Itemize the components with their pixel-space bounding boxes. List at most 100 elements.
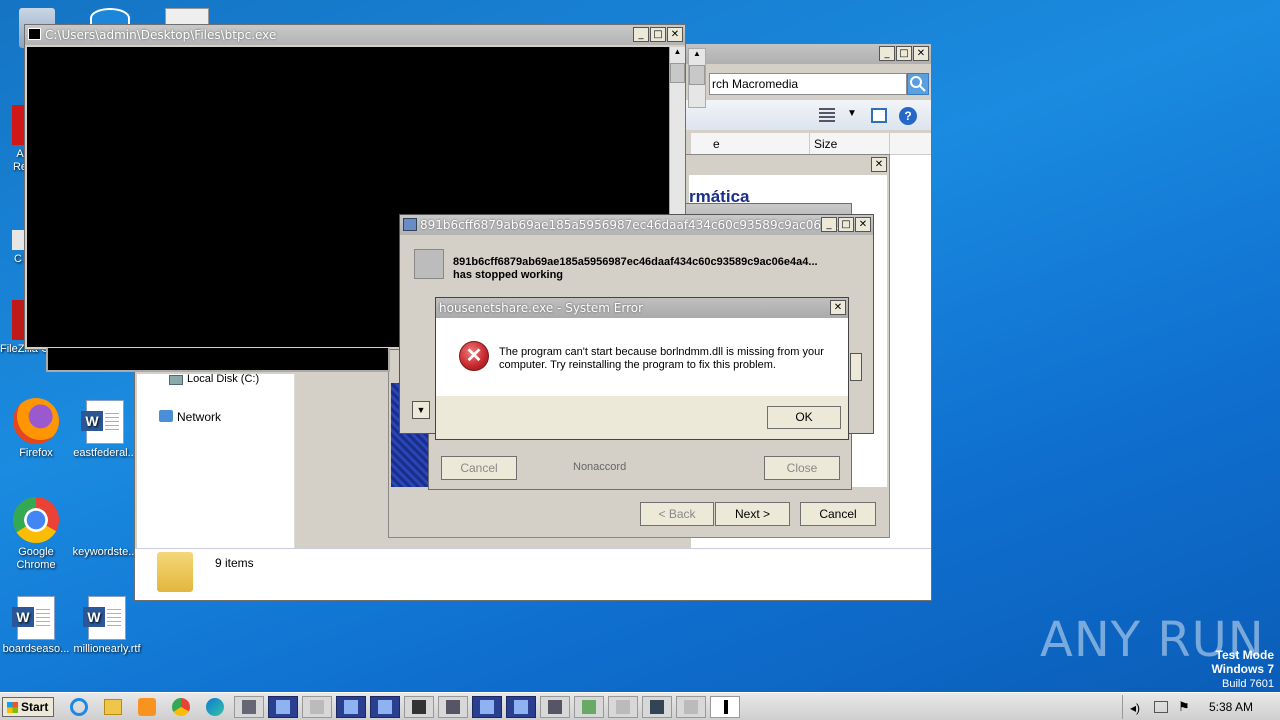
- scroll-up-arrow[interactable]: ▲: [670, 47, 685, 63]
- desktop-icon-millionearly[interactable]: millionearly.rtf: [72, 596, 142, 656]
- program-icon: [414, 249, 444, 279]
- desktop-icon-chrome[interactable]: Google Chrome: [1, 497, 71, 572]
- chrome-icon[interactable]: [172, 698, 190, 716]
- scroll-thumb[interactable]: [689, 65, 705, 85]
- column-divider[interactable]: [809, 133, 810, 155]
- folder-icon: [157, 552, 193, 592]
- network-icon: [159, 410, 173, 422]
- close-button[interactable]: ✕: [667, 27, 683, 42]
- action-center-icon[interactable]: ⚑: [1178, 699, 1190, 715]
- details-pane: [135, 548, 931, 600]
- error-message-line1: The program can't start because borlndmm…: [499, 346, 824, 358]
- scroll-thumb[interactable]: [670, 63, 685, 83]
- column-header-name[interactable]: e: [713, 137, 720, 151]
- search-input[interactable]: rch Macromedia: [709, 73, 907, 95]
- network-tray-icon[interactable]: [1154, 701, 1168, 713]
- taskbar-item[interactable]: [574, 696, 604, 718]
- ok-button[interactable]: OK: [767, 406, 841, 429]
- taskbar-item[interactable]: [540, 696, 570, 718]
- scroll-up-arrow[interactable]: ▲: [689, 49, 705, 65]
- postalist-close-button[interactable]: Close: [764, 456, 840, 480]
- taskbar-item[interactable]: [404, 696, 434, 718]
- console-titlebar[interactable]: C:\Users\admin\Desktop\Files\btpc.exe _ …: [25, 25, 685, 45]
- word-document-icon: [81, 400, 124, 444]
- minimize-button[interactable]: _: [633, 27, 649, 42]
- crash-status: has stopped working: [453, 269, 564, 281]
- column-divider[interactable]: [889, 133, 890, 155]
- app-icon: [403, 218, 417, 231]
- error-message-line2: computer. Try reinstalling the program t…: [499, 359, 776, 371]
- test-mode-line3: Build 7601: [1222, 678, 1274, 690]
- column-header-size[interactable]: Size: [814, 137, 837, 151]
- expand-details-button[interactable]: ▼: [412, 401, 430, 419]
- postalist-nonaccord-label: Nonaccord: [573, 461, 627, 473]
- desktop-icon-eastfederal[interactable]: eastfederal...: [70, 400, 140, 460]
- taskbar-item[interactable]: [642, 696, 672, 718]
- chevron-down-icon[interactable]: ▼: [847, 108, 857, 119]
- taskbar-item[interactable]: [676, 696, 706, 718]
- desktop-icon-label: Firefox: [19, 447, 53, 459]
- minimize-button[interactable]: _: [879, 46, 895, 61]
- explorer-scrollbar[interactable]: ▲: [688, 48, 706, 108]
- explorer-icon[interactable]: [104, 699, 122, 715]
- taskbar-item[interactable]: [438, 696, 468, 718]
- cancel-button[interactable]: Cancel: [800, 502, 876, 526]
- windows-logo-icon: [7, 702, 18, 713]
- back-button[interactable]: < Back: [640, 502, 714, 526]
- postalist-cancel-button[interactable]: Cancel: [441, 456, 517, 480]
- maximize-button[interactable]: □: [838, 217, 854, 232]
- console-icon: [28, 28, 41, 40]
- desktop-icon-firefox[interactable]: Firefox: [1, 398, 71, 460]
- preview-pane-icon[interactable]: [871, 108, 887, 123]
- desktop-icon-label: boardseaso...: [2, 643, 70, 655]
- error-title: housenetshare.exe - System Error: [439, 301, 644, 315]
- desktop-icon-label: millionearly.rtf: [73, 643, 141, 655]
- taskbar-item[interactable]: [370, 696, 400, 718]
- navigation-pane[interactable]: [137, 374, 295, 548]
- minimize-button[interactable]: _: [821, 217, 837, 232]
- close-button[interactable]: ✕: [871, 157, 887, 172]
- maximize-button[interactable]: □: [650, 27, 666, 42]
- taskbar-item[interactable]: [268, 696, 298, 718]
- media-player-icon[interactable]: [138, 698, 156, 716]
- taskbar-item[interactable]: [472, 696, 502, 718]
- crash-action-button[interactable]: [850, 353, 862, 381]
- console-title: C:\Users\admin\Desktop\Files\btpc.exe: [45, 28, 277, 42]
- view-options-icon[interactable]: [819, 108, 835, 122]
- taskbar-item[interactable]: [336, 696, 366, 718]
- column-header-bar: [691, 133, 931, 155]
- taskbar-item[interactable]: [506, 696, 536, 718]
- word-document-icon: [83, 596, 126, 640]
- taskbar-item[interactable]: [608, 696, 638, 718]
- close-button[interactable]: ✕: [855, 217, 871, 232]
- system-error-dialog[interactable]: housenetshare.exe - System Error ✕ ✕ The…: [435, 297, 849, 440]
- desktop-icon-label: C: [14, 253, 22, 265]
- taskbar-item[interactable]: [710, 696, 740, 718]
- error-icon: ✕: [459, 341, 489, 371]
- crash-titlebar[interactable]: 891b6cff6879ab69ae185a5956987ec46daaf434…: [400, 215, 873, 235]
- taskbar-item[interactable]: [234, 696, 264, 718]
- clock[interactable]: 5:38 AM: [1209, 700, 1253, 714]
- console-shadow-window: [46, 348, 390, 372]
- desktop-icon-boardseason[interactable]: boardseaso...: [1, 596, 71, 656]
- nav-item-local-disk[interactable]: Local Disk (C:): [187, 373, 259, 385]
- word-document-icon: [12, 596, 55, 640]
- edge-icon[interactable]: [206, 698, 224, 716]
- close-button[interactable]: ✕: [830, 300, 846, 315]
- error-titlebar[interactable]: housenetshare.exe - System Error ✕: [436, 298, 848, 318]
- desktop-icon-keywordste[interactable]: keywordste...: [70, 497, 140, 559]
- close-button[interactable]: ✕: [913, 46, 929, 61]
- taskbar-item[interactable]: [302, 696, 332, 718]
- test-mode-line2: Windows 7: [1211, 662, 1274, 676]
- start-button[interactable]: Start: [2, 697, 54, 717]
- volume-icon[interactable]: ◂): [1130, 701, 1140, 715]
- maximize-button[interactable]: □: [896, 46, 912, 61]
- next-button[interactable]: Next >: [715, 502, 790, 526]
- help-icon[interactable]: ?: [899, 107, 917, 125]
- nav-item-network[interactable]: Network: [177, 410, 221, 424]
- test-mode-line1: Test Mode: [1215, 648, 1274, 662]
- search-icon[interactable]: [907, 73, 929, 95]
- crash-title: 891b6cff6879ab69ae185a5956987ec46daaf434…: [420, 218, 848, 232]
- firefox-icon: [13, 398, 59, 444]
- ie-icon[interactable]: [70, 698, 88, 716]
